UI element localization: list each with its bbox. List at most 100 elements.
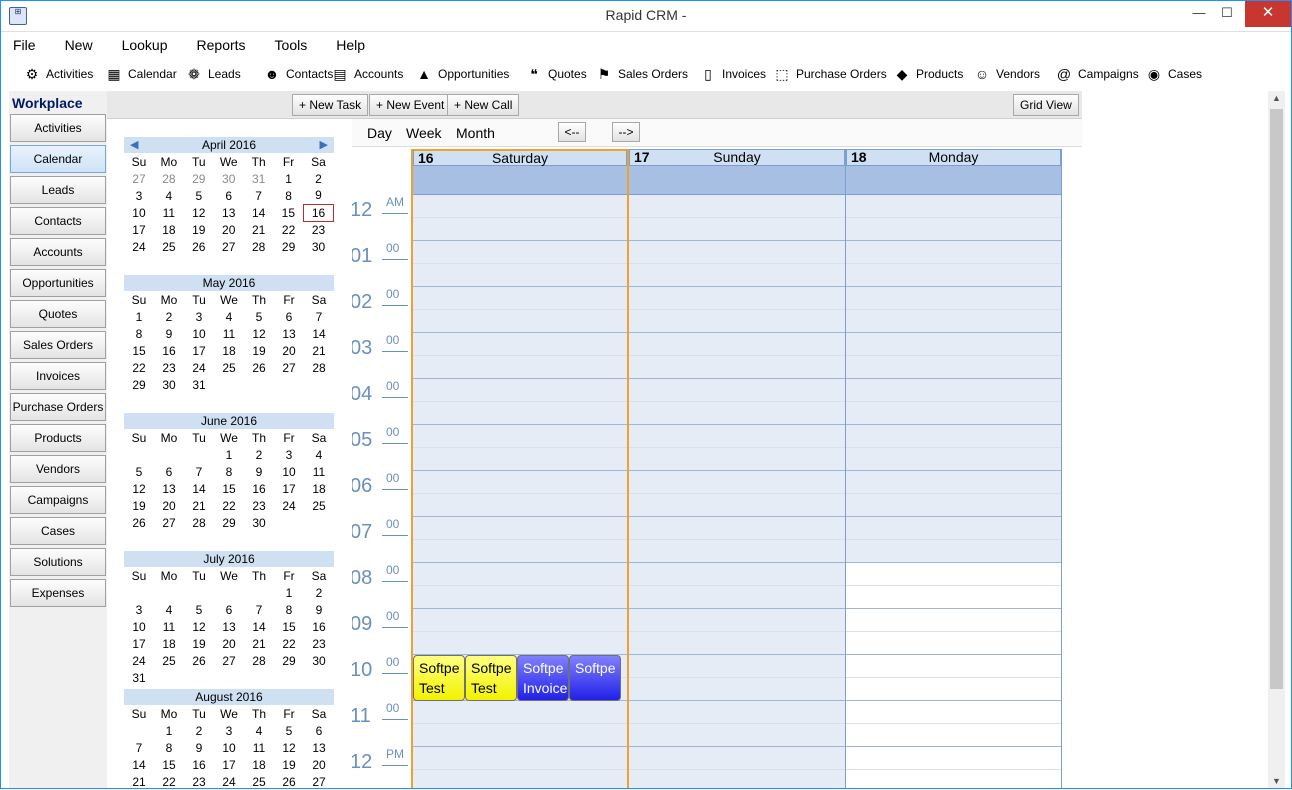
- time-slot[interactable]: [846, 563, 1061, 586]
- time-slot[interactable]: [629, 747, 845, 770]
- time-slot[interactable]: [846, 448, 1061, 471]
- toolbar-calendar[interactable]: ▦ Calendar: [103, 61, 176, 87]
- mini-calendar-day[interactable]: 25: [214, 359, 244, 376]
- time-slot[interactable]: [846, 471, 1061, 494]
- day-column[interactable]: 18 Monday: [846, 149, 1062, 788]
- mini-calendar-day[interactable]: 3: [184, 308, 214, 325]
- mini-calendar-day[interactable]: 26: [244, 359, 274, 376]
- mini-calendar-day[interactable]: 4: [154, 601, 184, 618]
- appointment[interactable]: Softpe: [569, 655, 621, 701]
- time-slot[interactable]: [846, 310, 1061, 333]
- mini-calendar-day[interactable]: 10: [124, 618, 154, 635]
- time-slot[interactable]: [629, 448, 845, 471]
- mini-calendar-day[interactable]: 13: [274, 325, 304, 342]
- time-slot[interactable]: [413, 448, 627, 471]
- day-column-header[interactable]: 16 Saturday: [413, 149, 627, 166]
- time-slot[interactable]: [846, 264, 1061, 287]
- mini-calendar-day[interactable]: 23: [154, 359, 184, 376]
- mini-calendar-day[interactable]: 15: [274, 204, 304, 221]
- toolbar-vendors[interactable]: ☺ Vendors: [971, 61, 1040, 87]
- sidebar-item-activities[interactable]: Activities: [10, 114, 106, 142]
- minimize-button[interactable]: —: [1185, 1, 1213, 27]
- mini-calendar-day[interactable]: 12: [244, 325, 274, 342]
- time-slot[interactable]: [846, 379, 1061, 402]
- time-slot[interactable]: [413, 770, 627, 788]
- mini-calendar-day[interactable]: 16: [154, 342, 184, 359]
- appointment[interactable]: Softpe Test: [413, 655, 465, 701]
- mini-calendar-day[interactable]: 24: [274, 497, 304, 514]
- mini-calendar-day[interactable]: 6: [214, 601, 244, 618]
- mini-calendar-day[interactable]: 23: [184, 773, 214, 790]
- time-slot[interactable]: [846, 402, 1061, 425]
- time-slot[interactable]: [413, 609, 627, 632]
- mini-calendar-day[interactable]: 8: [274, 601, 304, 618]
- close-button[interactable]: ✕: [1245, 1, 1291, 27]
- time-slot[interactable]: [846, 655, 1061, 678]
- time-slot[interactable]: [629, 770, 845, 788]
- mini-calendar-day[interactable]: 19: [244, 342, 274, 359]
- menu-lookup[interactable]: Lookup: [118, 35, 172, 55]
- mini-calendar-day[interactable]: 23: [304, 221, 334, 238]
- mini-calendar-day[interactable]: 5: [244, 308, 274, 325]
- mini-calendar-day[interactable]: 13: [214, 618, 244, 635]
- time-slot[interactable]: [846, 770, 1061, 788]
- time-slot[interactable]: [413, 540, 627, 563]
- time-slot[interactable]: [629, 471, 845, 494]
- mini-calendar-day[interactable]: 1: [274, 170, 304, 187]
- mini-calendar-day[interactable]: 6: [304, 722, 334, 739]
- mini-calendar-day[interactable]: 30: [304, 652, 334, 669]
- mini-calendar-day[interactable]: 7: [244, 601, 274, 618]
- toolbar-campaigns[interactable]: @ Campaigns: [1053, 61, 1139, 87]
- mini-calendar-day[interactable]: 1: [124, 308, 154, 325]
- mini-calendar-day[interactable]: 25: [154, 238, 184, 255]
- sidebar-item-expenses[interactable]: Expenses: [10, 579, 106, 607]
- mini-calendar-day[interactable]: 3: [214, 722, 244, 739]
- mini-calendar-day[interactable]: 26: [184, 238, 214, 255]
- time-slot[interactable]: [846, 517, 1061, 540]
- time-slot[interactable]: [846, 609, 1061, 632]
- mini-calendar-day[interactable]: 12: [184, 618, 214, 635]
- mini-calendar-day[interactable]: 14: [244, 204, 274, 221]
- menu-help[interactable]: Help: [332, 35, 369, 55]
- mini-calendar-day[interactable]: 1: [154, 722, 184, 739]
- mini-calendar-day[interactable]: 15: [274, 618, 304, 635]
- mini-calendar-day[interactable]: 17: [214, 756, 244, 773]
- time-slot[interactable]: [413, 747, 627, 770]
- mini-calendar-day[interactable]: 11: [154, 204, 184, 221]
- mini-calendar-day[interactable]: 6: [214, 187, 244, 204]
- mini-calendar-day[interactable]: 12: [184, 204, 214, 221]
- week-view-button[interactable]: Week: [406, 125, 442, 141]
- time-slot[interactable]: [846, 287, 1061, 310]
- mini-calendar-day[interactable]: 9: [304, 187, 334, 204]
- sidebar-item-calendar[interactable]: Calendar: [10, 145, 106, 173]
- mini-calendar-day[interactable]: 20: [214, 635, 244, 652]
- menu-reports[interactable]: Reports: [193, 35, 250, 55]
- mini-calendar-day[interactable]: 22: [274, 221, 304, 238]
- time-slot[interactable]: [413, 356, 627, 379]
- mini-calendar-day[interactable]: 18: [304, 480, 334, 497]
- mini-calendar-day[interactable]: 29: [274, 238, 304, 255]
- mini-calendar-day[interactable]: 4: [154, 187, 184, 204]
- mini-calendar-day[interactable]: 25: [244, 773, 274, 790]
- sidebar-item-contacts[interactable]: Contacts: [10, 207, 106, 235]
- mini-calendar-day[interactable]: 15: [124, 342, 154, 359]
- time-slot[interactable]: [629, 287, 845, 310]
- mini-calendar-day[interactable]: 22: [214, 497, 244, 514]
- mini-calendar-day[interactable]: 27: [274, 359, 304, 376]
- mini-calendar-day[interactable]: 17: [274, 480, 304, 497]
- mini-calendar-day[interactable]: 9: [304, 601, 334, 618]
- time-slot[interactable]: [629, 333, 845, 356]
- mini-calendar-day[interactable]: 18: [214, 342, 244, 359]
- mini-calendar-day[interactable]: 18: [244, 756, 274, 773]
- mini-calendar-day[interactable]: 27: [214, 652, 244, 669]
- mini-calendar-day[interactable]: 14: [244, 618, 274, 635]
- time-slot[interactable]: [846, 241, 1061, 264]
- mini-calendar-day[interactable]: 19: [184, 635, 214, 652]
- mini-calendar-day[interactable]: 28: [304, 359, 334, 376]
- mini-calendar-day[interactable]: 11: [304, 463, 334, 480]
- mini-calendar-day[interactable]: 15: [154, 756, 184, 773]
- mini-calendar-day[interactable]: 30: [304, 238, 334, 255]
- scroll-thumb[interactable]: [1270, 109, 1283, 689]
- sidebar-item-invoices[interactable]: Invoices: [10, 362, 106, 390]
- new-task-button[interactable]: + New Task: [292, 94, 369, 116]
